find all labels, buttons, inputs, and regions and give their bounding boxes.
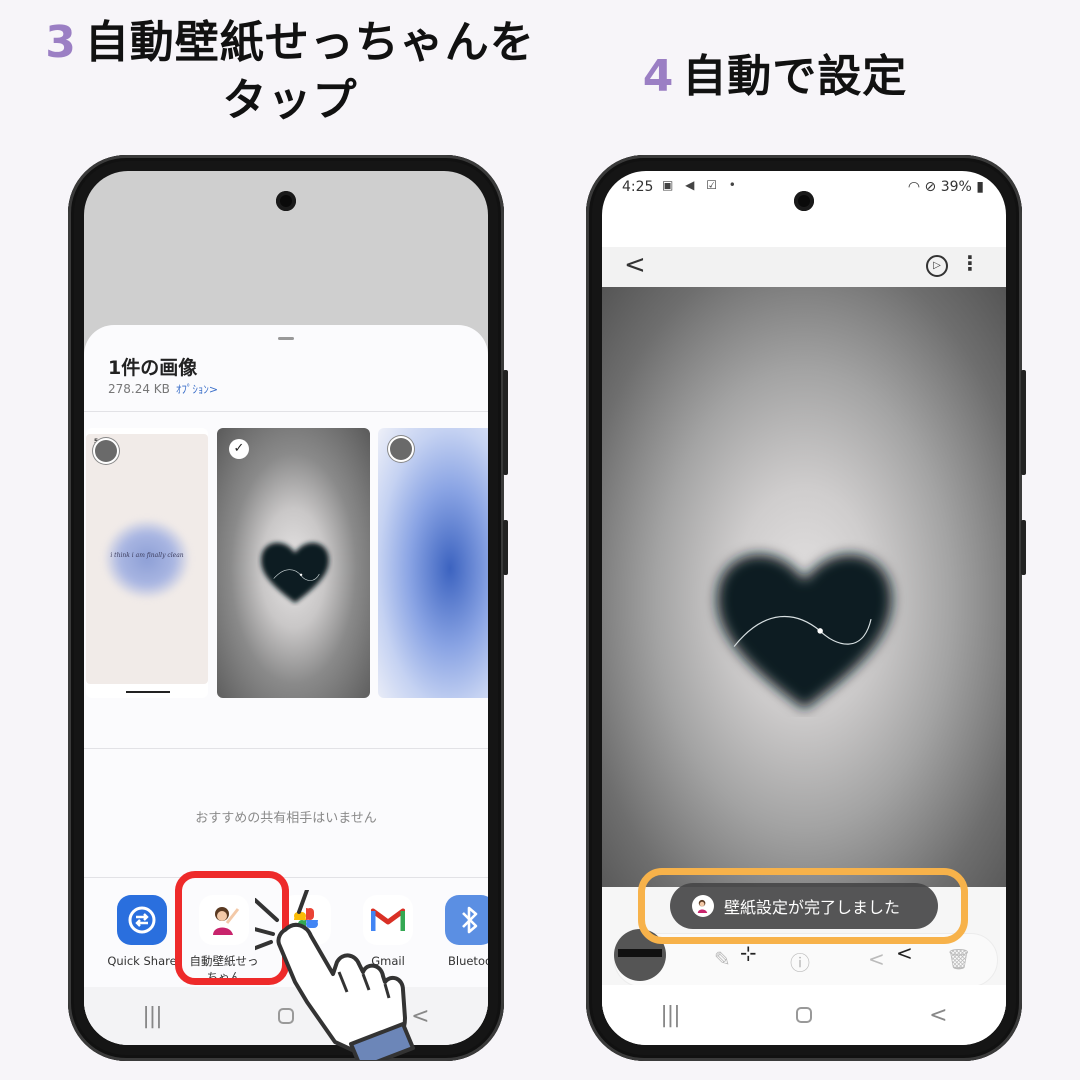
app-label: Quick Share <box>107 954 177 968</box>
phone-right: 4:25 ▣ ◀ ☑ • ◠ ⊘ 39% ▮ < ▷ ⋮ ✎ ⊹ ⓘ < < 🗑… <box>586 155 1026 1061</box>
battery-percent: 39% <box>940 179 972 195</box>
sheet-subtitle: 278.24 KB ｵﾌﾟｼｮﾝ> <box>108 381 218 397</box>
front-camera <box>794 191 814 211</box>
share-icon[interactable]: < <box>896 941 913 965</box>
bluetooth-icon <box>445 895 488 945</box>
dark-heart-image <box>257 536 333 606</box>
no-suggestions-text: おすすめの共有相手はいません <box>195 811 377 826</box>
divider <box>84 411 488 412</box>
battery-icon: ▮ <box>976 179 984 195</box>
sheet-grabber[interactable] <box>278 337 294 340</box>
divider <box>84 748 488 749</box>
home-indicator <box>126 691 170 693</box>
wallpaper-photo <box>602 287 1006 887</box>
app-bluetooth[interactable]: Bluetoo <box>428 879 488 969</box>
step-3-title: 3 自動壁紙せっちゃんを タップ <box>30 14 550 130</box>
recent-apps-button[interactable]: ||| <box>142 1004 162 1029</box>
delete-icon[interactable]: 🗑 <box>946 947 971 971</box>
dnd-icon: ⊘ <box>924 179 937 195</box>
step-4-title: 4 自動で設定 <box>600 48 950 106</box>
back-button[interactable]: < <box>929 1003 947 1028</box>
recent-apps-button[interactable]: ||| <box>660 1003 680 1028</box>
back-button[interactable]: < <box>624 251 646 279</box>
power-button <box>1021 520 1026 575</box>
volume-button <box>503 370 508 475</box>
thumbnail-3[interactable] <box>378 428 488 698</box>
power-button <box>503 520 508 575</box>
share-icon-faded: < <box>868 947 885 971</box>
thumbnail-1[interactable]: 5:02 i think i am finally clean <box>86 428 208 698</box>
quick-share-icon <box>117 895 167 945</box>
pointing-hand-icon <box>241 888 425 1070</box>
highlight-box-orange <box>638 868 968 944</box>
status-time: 4:25 <box>622 179 654 195</box>
thumbnail-2-selected[interactable]: ✓ <box>217 428 370 698</box>
gallery-screen: 4:25 ▣ ◀ ☑ • ◠ ⊘ 39% ▮ < ▷ ⋮ ✎ ⊹ ⓘ < < 🗑… <box>602 171 1006 1045</box>
nav-bar: ||| < <box>602 985 1006 1045</box>
file-size: 278.24 KB <box>108 382 170 396</box>
step-3-title-line2: タップ <box>222 75 358 126</box>
select-checkbox[interactable] <box>95 440 117 462</box>
motion-photo-icon[interactable]: ▷ <box>926 255 948 277</box>
step-number: 4 <box>642 51 675 102</box>
info-icon[interactable]: ⓘ <box>790 947 810 976</box>
home-button[interactable] <box>796 1007 813 1023</box>
sheet-title: 1件の画像 <box>108 357 198 379</box>
notification-icons: ▣ ◀ ☑ • <box>662 178 740 192</box>
blue-heart-blur <box>104 519 190 599</box>
app-label: Bluetoo <box>447 954 488 968</box>
step-4-title-text: 自動で設定 <box>682 51 908 102</box>
select-checkbox[interactable] <box>390 438 412 460</box>
top-bar: < ▷ ⋮ <box>602 247 1006 287</box>
options-link[interactable]: ｵﾌﾟｼｮﾝ> <box>176 383 218 396</box>
front-camera <box>276 191 296 211</box>
add-edit-icon[interactable]: ⊹ <box>740 941 757 965</box>
edit-icon[interactable]: ✎ <box>714 947 731 971</box>
step-number: 3 <box>45 17 77 68</box>
volume-button <box>1021 370 1026 475</box>
check-icon[interactable]: ✓ <box>229 439 249 459</box>
divider <box>84 877 488 878</box>
thumb-quote: i think i am finally clean <box>110 552 184 559</box>
app-quick-share[interactable]: Quick Share <box>100 879 184 969</box>
dark-heart-image <box>702 537 907 717</box>
wifi-icon: ◠ <box>907 179 921 195</box>
step-3-title-line1: 自動壁紙せっちゃんを <box>84 17 535 68</box>
more-options-button[interactable]: ⋮ <box>960 251 980 275</box>
status-right: ◠ ⊘ 39% ▮ <box>908 179 984 195</box>
